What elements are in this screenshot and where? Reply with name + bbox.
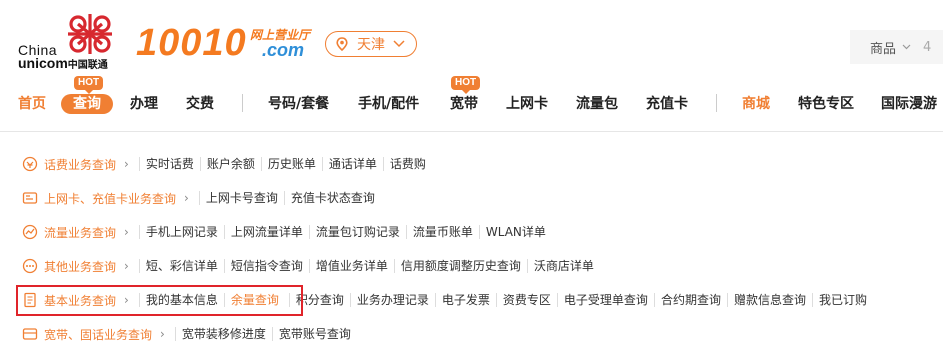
more-icon <box>22 258 38 274</box>
brand-number[interactable]: 10010 <box>136 22 247 65</box>
location-pin-icon <box>336 37 348 51</box>
query-link[interactable]: 宽带账号查询 <box>271 327 357 341</box>
chevron-down-icon <box>902 44 911 50</box>
city-label: 天津 <box>357 37 385 53</box>
query-link[interactable]: 资费专区 <box>495 293 557 307</box>
nav-item-phone-accessories[interactable]: 手机/配件 <box>358 92 419 116</box>
chevron-right-icon: › <box>160 327 165 341</box>
query-link[interactable]: 上网流量详单 <box>223 225 309 239</box>
query-row-fees: 话费业务查询 › 实时话费 账户余额 历史账单 通话详单 话费购 <box>22 147 432 181</box>
query-link[interactable]: 电子发票 <box>434 293 496 307</box>
logo-line-unicom: unicom <box>18 55 68 71</box>
chevron-right-icon: › <box>124 259 129 273</box>
chevron-right-icon: › <box>184 191 189 205</box>
query-link[interactable]: 通话详单 <box>321 157 383 171</box>
nav-item-home[interactable]: 首页 <box>18 92 46 116</box>
query-row-other: 其他业务查询 › 短、彩信详单 短信指令查询 增值业务详单 信用额度调整历史查询… <box>22 249 600 283</box>
nav-divider <box>242 94 243 112</box>
query-link[interactable]: 信用额度调整历史查询 <box>393 259 527 273</box>
chevron-right-icon: › <box>124 157 129 171</box>
query-link[interactable]: 实时话费 <box>138 157 200 171</box>
query-link[interactable]: 账户余额 <box>199 157 261 171</box>
query-link[interactable]: 增值业务详单 <box>308 259 394 273</box>
query-link[interactable]: 电子受理单查询 <box>556 293 654 307</box>
query-category-link[interactable]: 其他业务查询 <box>44 258 116 275</box>
query-link[interactable]: 沃商店详单 <box>526 259 600 273</box>
highlight-annotation-box <box>16 285 303 316</box>
query-category-link[interactable]: 宽带、固话业务查询 <box>44 326 152 343</box>
query-link[interactable]: 宽带装移修进度 <box>174 327 272 341</box>
nav-item-featured[interactable]: 特色专区 <box>798 92 854 116</box>
datacard-icon <box>22 192 38 204</box>
nav-item-broadband[interactable]: 宽带 <box>450 92 478 116</box>
nav-item-roaming[interactable]: 国际漫游 <box>881 92 937 116</box>
wallet-icon <box>22 156 38 172</box>
hot-badge: HOT <box>74 76 104 94</box>
traffic-chart-icon <box>22 224 38 240</box>
city-selector[interactable]: 天津 <box>325 31 417 57</box>
query-category-link[interactable]: 上网卡、充值卡业务查询 <box>44 190 176 207</box>
query-category-link[interactable]: 话费业务查询 <box>44 156 116 173</box>
main-nav: 首页 查询 HOT 办理 交费 号码/套餐 手机/配件 宽带 HOT 上网卡 流… <box>0 76 943 116</box>
query-link[interactable]: 流量币账单 <box>405 225 479 239</box>
nav-item-recharge-card[interactable]: 充值卡 <box>646 92 688 116</box>
chevron-down-icon <box>393 40 405 48</box>
nav-item-query[interactable]: 查询 <box>61 94 113 114</box>
brand-domain: .com <box>262 40 305 60</box>
nav-item-pay[interactable]: 交费 <box>186 92 214 116</box>
query-link[interactable]: 历史账单 <box>260 157 322 171</box>
site-header: China unicom中国联通 10010 网上营业厅 .com 天津 商品 … <box>0 0 943 132</box>
nav-item-handle[interactable]: 办理 <box>130 92 158 116</box>
query-link[interactable]: 业务办理记录 <box>349 293 435 307</box>
query-link[interactable]: 充值卡状态查询 <box>283 191 381 205</box>
unicom-logo-text: China unicom中国联通 <box>18 43 108 72</box>
nav-item-number-plan[interactable]: 号码/套餐 <box>268 92 329 116</box>
nav-item-mall[interactable]: 商城 <box>742 92 770 116</box>
search-category-dropdown[interactable]: 商品 4 <box>850 30 943 64</box>
hot-badge: HOT <box>451 76 481 94</box>
search-category-label: 商品 <box>870 41 897 57</box>
query-link[interactable]: 短、彩信详单 <box>138 259 224 273</box>
query-link[interactable]: 合约期查询 <box>653 293 727 307</box>
nav-item-data-pack[interactable]: 流量包 <box>576 92 618 116</box>
broadband-icon <box>22 328 38 340</box>
query-link[interactable]: 我已订购 <box>811 293 873 307</box>
query-link[interactable]: 上网卡号查询 <box>198 191 284 205</box>
query-row-datacard: 上网卡、充值卡业务查询 › 上网卡号查询 充值卡状态查询 <box>22 181 381 215</box>
search-overflow-text: 4 <box>923 39 932 55</box>
nav-divider <box>716 94 717 112</box>
query-link[interactable]: 流量包订购记录 <box>308 225 406 239</box>
query-link[interactable]: 话费购 <box>382 157 432 171</box>
chevron-right-icon: › <box>124 225 129 239</box>
query-row-traffic: 流量业务查询 › 手机上网记录 上网流量详单 流量包订购记录 流量币账单 WLA… <box>22 215 552 249</box>
query-category-link[interactable]: 流量业务查询 <box>44 224 116 241</box>
query-link[interactable]: 手机上网记录 <box>138 225 224 239</box>
nav-item-data-card[interactable]: 上网卡 <box>506 92 548 116</box>
query-link[interactable]: 赠款信息查询 <box>726 293 812 307</box>
query-link[interactable]: 短信指令查询 <box>223 259 309 273</box>
query-link[interactable]: WLAN详单 <box>478 225 552 239</box>
query-row-broadband: 宽带、固话业务查询 › 宽带装移修进度 宽带账号查询 <box>22 317 357 351</box>
logo-line-cn: 中国联通 <box>67 60 108 71</box>
